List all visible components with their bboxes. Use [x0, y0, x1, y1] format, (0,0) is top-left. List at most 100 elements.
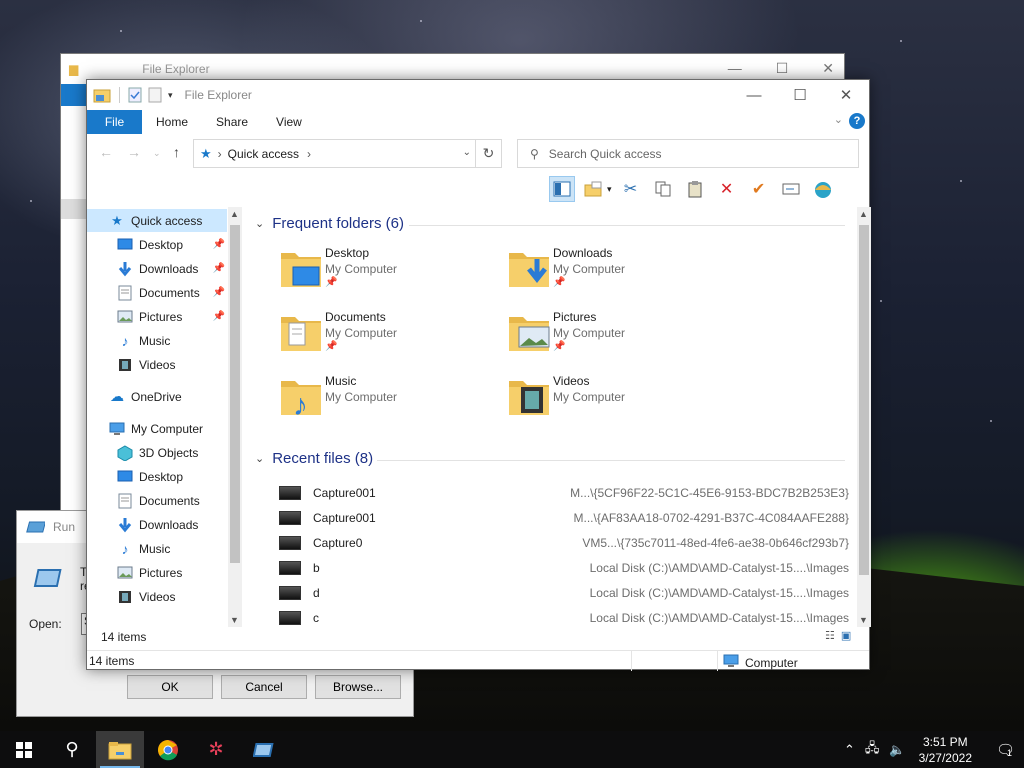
tab-home[interactable]: Home: [142, 110, 202, 134]
sidebar-item-desktop[interactable]: Desktop: [87, 465, 227, 488]
folder-tile-pictures[interactable]: Pictures My Computer 📌: [507, 309, 727, 365]
cancel-button[interactable]: Cancel: [221, 675, 307, 699]
rename-icon[interactable]: [778, 176, 804, 202]
tab-share[interactable]: Share: [202, 110, 262, 134]
folder-tile-videos[interactable]: Videos My Computer: [507, 373, 727, 429]
quick-access-toolbar: ▾: [87, 87, 173, 103]
recent-file-row[interactable]: b Local Disk (C:)\AMD\AMD-Catalyst-15....…: [279, 557, 849, 579]
image-thumbnail-icon: [279, 511, 301, 525]
copy-icon[interactable]: [650, 176, 676, 202]
title-bar[interactable]: ▾ File Explorer — ☐ ✕: [87, 80, 869, 110]
sidebar-item-pictures[interactable]: Pictures 📌: [87, 305, 227, 328]
sidebar-item-documents[interactable]: Documents: [87, 489, 227, 512]
recent-file-row[interactable]: d Local Disk (C:)\AMD\AMD-Catalyst-15....…: [279, 582, 849, 604]
delete-icon[interactable]: ✕: [714, 176, 740, 202]
taskbar-app[interactable]: ✲: [192, 731, 240, 768]
volume-icon[interactable]: 🔈: [889, 742, 905, 758]
chevron-down-icon[interactable]: ▾: [607, 184, 612, 195]
maximize-button[interactable]: ☐: [777, 80, 823, 110]
sidebar-item-downloads[interactable]: Downloads 📌: [87, 257, 227, 280]
cut-icon[interactable]: ✂: [618, 176, 644, 202]
file-name: Capture0: [313, 536, 363, 550]
minimize-button[interactable]: —: [731, 80, 777, 110]
sidebar-item-quick-access[interactable]: ★ Quick access: [87, 209, 227, 232]
tab-file[interactable]: File: [87, 110, 142, 134]
status-bar: 14 items Computer: [87, 650, 869, 671]
checkmark-icon[interactable]: ✔: [746, 176, 772, 202]
address-bar[interactable]: ★ › Quick access › ⌄ ↻: [193, 139, 502, 168]
sidebar-item-videos[interactable]: Videos: [87, 353, 227, 376]
details-view-icon[interactable]: ☷: [825, 629, 835, 642]
browse-button[interactable]: Browse...: [315, 675, 401, 699]
ok-button[interactable]: OK: [127, 675, 213, 699]
folder-name: Videos: [553, 374, 590, 388]
new-folder-icon[interactable]: [581, 176, 607, 202]
properties-icon[interactable]: [128, 87, 142, 103]
recent-file-row[interactable]: Capture001 M...\{AF83AA18-0702-4291-B37C-…: [279, 507, 849, 529]
new-folder-icon[interactable]: [148, 87, 162, 103]
file-tab[interactable]: [61, 84, 87, 106]
forward-arrow-icon[interactable]: →: [127, 144, 141, 160]
back-arrow-icon[interactable]: ←: [99, 144, 113, 160]
sidebar-item-my-computer[interactable]: My Computer: [87, 417, 227, 440]
recent-file-row[interactable]: Capture0 VM5...\{735c7011-48ed-4fe6-ae38-…: [279, 532, 849, 554]
notification-center[interactable]: 🗨 1: [984, 731, 1024, 768]
up-arrow-icon[interactable]: ↑: [173, 144, 180, 160]
file-explorer-window[interactable]: ▾ File Explorer — ☐ ✕ File Home Share Vi…: [86, 79, 871, 671]
paste-icon[interactable]: [682, 176, 708, 202]
recent-files-header[interactable]: ⌄ Recent files (8): [255, 450, 373, 467]
sidebar-item-downloads[interactable]: Downloads: [87, 513, 227, 536]
folder-tile-music[interactable]: ♪ Music My Computer: [279, 373, 499, 429]
shell-icon[interactable]: [810, 176, 836, 202]
recent-file-row[interactable]: c Local Disk (C:)\AMD\AMD-Catalyst-15....…: [279, 607, 849, 627]
folder-tile-desktop[interactable]: Desktop My Computer 📌: [279, 245, 499, 301]
file-path: Local Disk (C:)\AMD\AMD-Catalyst-15....\…: [589, 586, 849, 600]
start-button[interactable]: [0, 731, 48, 768]
pictures-icon: [117, 309, 133, 325]
sidebar-item-label: OneDrive: [131, 389, 182, 404]
sidebar-item-desktop[interactable]: Desktop 📌: [87, 233, 227, 256]
sidebar-item-onedrive[interactable]: ☁ OneDrive: [87, 385, 227, 408]
chevron-down-icon[interactable]: ⌄: [463, 147, 471, 158]
sidebar-item-documents[interactable]: Documents 📌: [87, 281, 227, 304]
search-button[interactable]: ⚲: [48, 731, 96, 768]
chevron-up-icon[interactable]: ⌃: [844, 742, 855, 758]
nav-scrollbar[interactable]: ▲ ▼: [228, 207, 242, 627]
folder-tile-downloads[interactable]: Downloads My Computer 📌: [507, 245, 727, 301]
sidebar-item-pictures[interactable]: Pictures: [87, 561, 227, 584]
sidebar-item-label: Videos: [139, 589, 176, 604]
picture-folder-icon: [509, 317, 550, 351]
item-count: 14 items: [89, 654, 135, 668]
window-title: File Explorer: [142, 62, 210, 76]
folder-tile-documents[interactable]: Documents My Computer 📌: [279, 309, 499, 365]
help-icon[interactable]: ?: [849, 113, 865, 129]
sidebar-item-3d-objects[interactable]: 3D Objects: [87, 441, 227, 464]
tab-view[interactable]: View: [262, 110, 316, 134]
file-name: b: [313, 561, 320, 575]
network-icon[interactable]: 🖧: [865, 739, 880, 761]
expand-ribbon-icon[interactable]: ⌄: [834, 113, 843, 126]
svg-text:♪: ♪: [293, 389, 308, 417]
large-icons-view-icon[interactable]: ▣: [841, 629, 851, 642]
recent-locations-icon[interactable]: ⌄: [153, 148, 161, 159]
pin-icon: 📌: [325, 277, 338, 288]
content-scrollbar[interactable]: ▲ ▼: [857, 207, 871, 627]
sidebar-item-music[interactable]: ♪ Music: [87, 537, 227, 560]
taskbar-chrome[interactable]: [144, 731, 192, 768]
taskbar-file-explorer[interactable]: [96, 731, 144, 768]
close-button[interactable]: ✕: [823, 80, 869, 110]
recent-file-row[interactable]: Capture001 M...\{5CF96F22-5C1C-45E6-9153-…: [279, 482, 849, 504]
frequent-folders-header[interactable]: ⌄ Frequent folders (6): [255, 215, 404, 232]
preview-pane-icon[interactable]: [549, 176, 575, 202]
videos-icon: [117, 589, 133, 605]
clock[interactable]: 3:51 PM 3/27/2022: [919, 734, 972, 766]
search-input[interactable]: ⚲ Search Quick access: [517, 139, 859, 168]
refresh-icon[interactable]: ↻: [475, 140, 501, 167]
taskbar-run[interactable]: [240, 731, 288, 768]
sidebar-item-videos[interactable]: Videos: [87, 585, 227, 608]
breadcrumb[interactable]: Quick access: [228, 147, 299, 161]
folder-icon: [108, 741, 132, 759]
sidebar-item-music[interactable]: ♪ Music: [87, 329, 227, 352]
customize-toolbar-icon[interactable]: ▾: [168, 90, 173, 101]
desktop-folder-icon: [281, 253, 321, 287]
